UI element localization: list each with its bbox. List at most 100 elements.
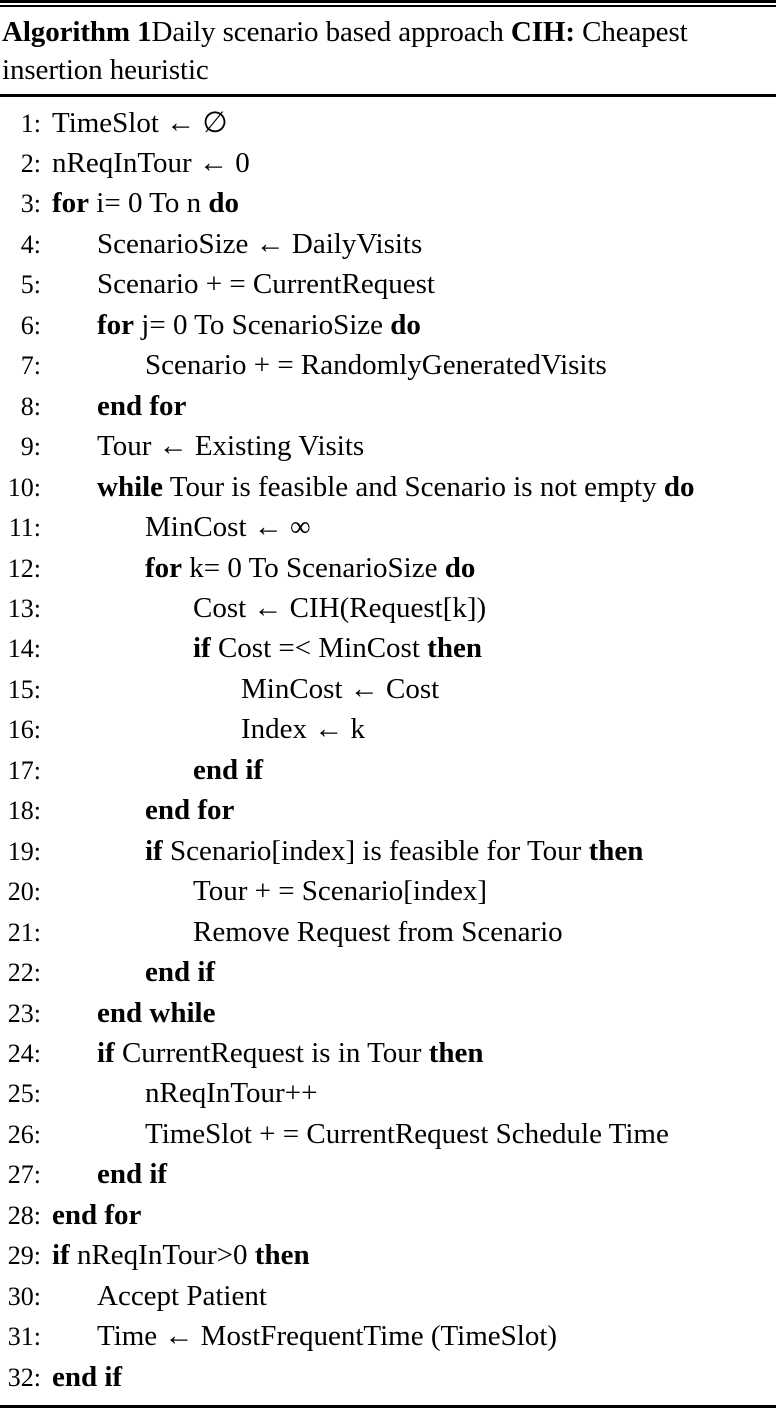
code-keyword: for xyxy=(52,187,90,220)
code-keyword: end if xyxy=(193,753,264,786)
line-number: 26: xyxy=(7,1119,41,1149)
line-code: if CurrentRequest is in Tour then xyxy=(52,1033,776,1073)
line-code: MinCost ← Cost xyxy=(52,669,776,709)
algorithm-line: 28: end for xyxy=(0,1195,776,1235)
code-text: Time ← MostFrequentTime (TimeSlot) xyxy=(97,1320,558,1353)
line-code: end for xyxy=(52,790,776,830)
code-text: Scenario[index] is feasible for Tour xyxy=(162,834,589,867)
algorithm-label: Algorithm 1 xyxy=(2,15,152,48)
algorithm-line: 21: Remove Request from Scenario xyxy=(0,912,776,952)
code-text: Cost ← CIH(Request[k]) xyxy=(193,591,487,624)
code-keyword: do xyxy=(208,187,239,220)
line-number: 14: xyxy=(7,634,41,664)
algorithm-title-keyword: CIH: xyxy=(510,15,575,48)
line-number: 21: xyxy=(7,917,41,947)
line-code: if Cost =< MinCost then xyxy=(52,628,776,668)
algorithm-line: 17: end if xyxy=(0,750,776,790)
code-keyword: then xyxy=(254,1239,310,1272)
line-code: Scenario + = CurrentRequest xyxy=(52,264,776,304)
line-code: Remove Request from Scenario xyxy=(52,912,776,952)
code-text: Tour ← Existing Visits xyxy=(97,430,365,463)
code-keyword: if xyxy=(193,632,211,665)
line-code: MinCost ← ∞ xyxy=(52,507,776,547)
line-number: 7: xyxy=(20,351,41,381)
algorithm-line: 6: for j= 0 To ScenarioSize do xyxy=(0,305,776,345)
line-number: 19: xyxy=(7,836,41,866)
code-text: Accept Patient xyxy=(97,1279,267,1312)
line-number: 28: xyxy=(7,1200,41,1230)
algorithm-line: 7: Scenario + = RandomlyGeneratedVisits xyxy=(0,345,776,385)
line-code: Cost ← CIH(Request[k]) xyxy=(52,588,776,628)
code-text: nReqInTour ← 0 xyxy=(52,146,250,179)
line-number: 13: xyxy=(7,593,41,623)
algorithm-line: 24: if CurrentRequest is in Tour then xyxy=(0,1033,776,1073)
line-code: if nReqInTour>0 then xyxy=(52,1235,776,1275)
line-number: 11: xyxy=(8,513,41,543)
code-keyword: while xyxy=(97,470,164,503)
code-keyword: end for xyxy=(145,794,235,827)
line-code: Tour + = Scenario[index] xyxy=(52,871,776,911)
code-keyword: end if xyxy=(97,1158,168,1191)
line-number: 31: xyxy=(7,1322,41,1352)
code-text: Tour is feasible and Scenario is not emp… xyxy=(163,470,664,503)
algorithm-caption: Algorithm 1Daily scenario based approach… xyxy=(0,7,776,95)
code-text: Tour + = Scenario[index] xyxy=(193,875,488,908)
code-text: j= 0 To ScenarioSize xyxy=(134,308,391,341)
algorithm-line: 19: if Scenario[index] is feasible for To… xyxy=(0,831,776,871)
algorithm-line: 23: end while xyxy=(0,993,776,1033)
code-keyword: then xyxy=(428,1036,484,1069)
code-text: Scenario + = RandomlyGeneratedVisits xyxy=(145,349,607,382)
algorithm-line: 16: Index ← k xyxy=(0,709,776,749)
code-keyword: end if xyxy=(145,956,216,989)
line-code: end if xyxy=(52,750,776,790)
algorithm-line: 30: Accept Patient xyxy=(0,1276,776,1316)
line-number: 10: xyxy=(7,472,41,502)
line-code: Accept Patient xyxy=(52,1276,776,1316)
line-code: TimeSlot ← ∅ xyxy=(52,103,776,143)
algorithm-line: 22: end if xyxy=(0,952,776,992)
code-keyword: if xyxy=(52,1239,70,1272)
line-number: 30: xyxy=(7,1281,41,1311)
code-text: i= 0 To n xyxy=(89,187,209,220)
line-number: 32: xyxy=(7,1362,41,1392)
code-text: Scenario + = CurrentRequest xyxy=(97,268,435,301)
line-number: 5: xyxy=(20,270,41,300)
line-code: Time ← MostFrequentTime (TimeSlot) xyxy=(52,1316,776,1356)
line-number: 8: xyxy=(20,391,41,421)
algorithm-line: 3: for i= 0 To n do xyxy=(0,183,776,223)
code-keyword: end if xyxy=(52,1360,123,1393)
algorithm-line: 29: if nReqInTour>0 then xyxy=(0,1235,776,1275)
algorithm-body: 1: TimeSlot ← ∅ 2: nReqInTour ← 0 3: for i= 0… xyxy=(0,97,776,1406)
algorithm-line: 2: nReqInTour ← 0 xyxy=(0,143,776,183)
code-text: ScenarioSize ← DailyVisits xyxy=(97,227,423,260)
algorithm-line: 20: Tour + = Scenario[index] xyxy=(0,871,776,911)
line-number: 17: xyxy=(7,755,41,785)
line-code: TimeSlot + = CurrentRequest Schedule Tim… xyxy=(52,1114,776,1154)
line-code: end if xyxy=(52,1154,776,1194)
algorithm-line: 4: ScenarioSize ← DailyVisits xyxy=(0,224,776,264)
code-keyword: then xyxy=(427,632,482,665)
code-keyword: if xyxy=(97,1036,115,1069)
algorithm-line: 15: MinCost ← Cost xyxy=(0,669,776,709)
code-keyword: if xyxy=(145,834,163,867)
line-number: 4: xyxy=(20,229,41,259)
line-code: Scenario + = RandomlyGeneratedVisits xyxy=(52,345,776,385)
code-text: CurrentRequest is in Tour xyxy=(114,1036,429,1069)
line-number: 1: xyxy=(20,108,41,138)
algorithm-line: 13: Cost ← CIH(Request[k]) xyxy=(0,588,776,628)
line-number: 29: xyxy=(7,1241,41,1271)
line-number: 18: xyxy=(7,796,41,826)
code-text: Cost =< MinCost xyxy=(210,632,428,665)
algorithm-line: 5: Scenario + = CurrentRequest xyxy=(0,264,776,304)
algorithm-line: 31: Time ← MostFrequentTime (TimeSlot) xyxy=(0,1316,776,1356)
code-text: TimeSlot + = CurrentRequest Schedule Tim… xyxy=(145,1117,669,1150)
algorithm-line: 1: TimeSlot ← ∅ xyxy=(0,103,776,143)
line-number: 6: xyxy=(20,310,41,340)
code-text: TimeSlot ← ∅ xyxy=(52,106,228,139)
code-text: nReqInTour++ xyxy=(145,1077,318,1110)
line-number: 23: xyxy=(7,998,41,1028)
line-code: ScenarioSize ← DailyVisits xyxy=(52,224,776,264)
code-keyword: then xyxy=(588,834,644,867)
line-code: Tour ← Existing Visits xyxy=(52,426,776,466)
line-code: while Tour is feasible and Scenario is n… xyxy=(52,467,776,507)
